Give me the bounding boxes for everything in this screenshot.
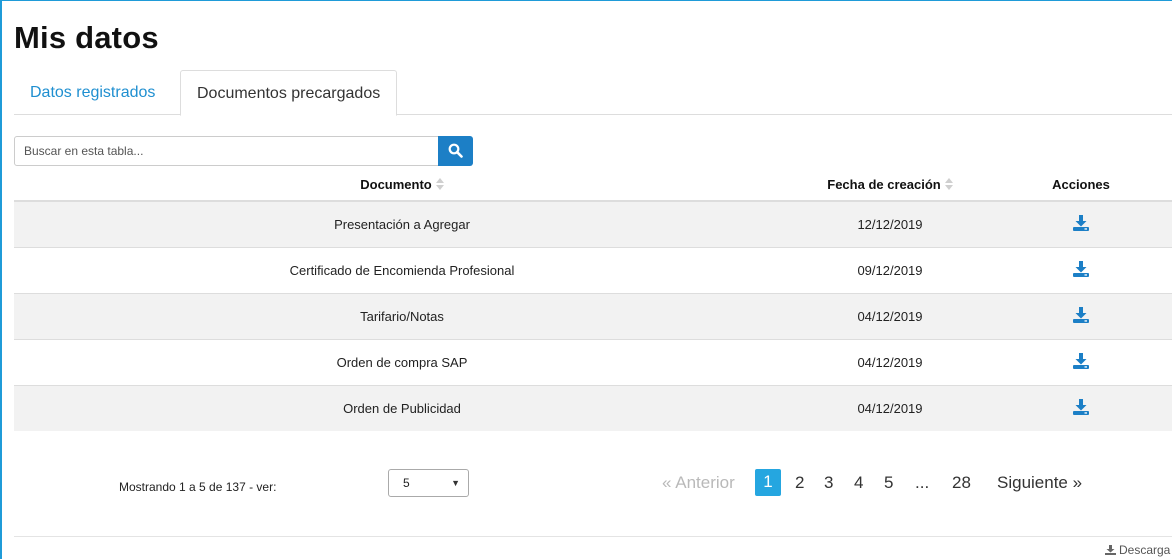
cell-date: 04/12/2019 <box>790 338 990 385</box>
cell-document: Tarifario/Notas <box>14 292 790 339</box>
cell-date: 09/12/2019 <box>790 246 990 293</box>
page-link[interactable]: 2 <box>795 470 804 496</box>
showing-summary: Mostrando 1 a 5 de 137 - ver: <box>119 480 277 494</box>
download-icon <box>1105 545 1116 555</box>
cell-actions <box>990 246 1172 293</box>
column-header-label: Fecha de creación <box>827 176 941 192</box>
page-size-value: 5 <box>403 476 410 490</box>
page-link[interactable]: 4 <box>854 470 863 496</box>
page-ellipsis: ... <box>915 473 930 492</box>
page-link[interactable]: 28 <box>952 470 971 496</box>
download-button[interactable] <box>1072 260 1090 281</box>
next-page-link[interactable]: Siguiente » <box>997 470 1082 496</box>
cell-actions <box>990 200 1172 247</box>
column-header-documento[interactable]: Documento <box>14 168 790 202</box>
footer-divider <box>14 536 1172 537</box>
page-title: Mis datos <box>14 20 159 55</box>
download-icon <box>1072 214 1090 235</box>
cell-document: Orden de compra SAP <box>14 338 790 385</box>
sort-icon <box>944 177 953 190</box>
column-header-fecha[interactable]: Fecha de creación <box>790 168 990 202</box>
cell-actions <box>990 292 1172 339</box>
table-row: Orden de Publicidad 04/12/2019 <box>14 384 1172 431</box>
chevron-down-icon: ▼ <box>451 478 460 488</box>
search-button[interactable] <box>438 136 473 166</box>
tab-datos-registrados[interactable]: Datos registrados <box>14 70 171 115</box>
download-icon <box>1072 306 1090 327</box>
cell-date: 12/12/2019 <box>790 200 990 247</box>
cell-date: 04/12/2019 <box>790 292 990 339</box>
sort-icon <box>435 177 444 190</box>
cell-actions <box>990 338 1172 385</box>
cell-date: 04/12/2019 <box>790 384 990 431</box>
cell-document: Presentación a Agregar <box>14 200 790 247</box>
prev-page-link[interactable]: « Anterior <box>662 470 735 496</box>
tab-documentos-precargados[interactable]: Documentos precargados <box>180 70 398 116</box>
search-input[interactable] <box>14 136 439 166</box>
download-link[interactable]: Descarga <box>1105 543 1170 557</box>
tab-bar: Datos registrados Documentos precargados <box>14 70 1172 116</box>
table-row: Certificado de Encomienda Profesional 09/… <box>14 246 1172 293</box>
download-icon <box>1072 260 1090 281</box>
column-header-acciones: Acciones <box>990 168 1172 202</box>
page-link-current[interactable]: 1 <box>755 469 781 496</box>
download-button[interactable] <box>1072 398 1090 419</box>
download-button[interactable] <box>1072 352 1090 373</box>
page-size-select[interactable]: 5 ▼ <box>388 469 469 497</box>
table-row: Orden de compra SAP 04/12/2019 <box>14 338 1172 385</box>
column-header-label: Documento <box>360 176 432 192</box>
download-label: Descarga <box>1119 543 1171 557</box>
page-link[interactable]: 5 <box>884 470 893 496</box>
table-row: Tarifario/Notas 04/12/2019 <box>14 292 1172 339</box>
cell-document: Orden de Publicidad <box>14 384 790 431</box>
search-icon <box>448 143 463 158</box>
cell-actions <box>990 384 1172 431</box>
page-link[interactable]: 3 <box>824 470 833 496</box>
download-button[interactable] <box>1072 306 1090 327</box>
download-button[interactable] <box>1072 214 1090 235</box>
table-header-row: Documento Fecha de creación Acciones <box>14 168 1172 202</box>
documents-table: Documento Fecha de creación Acciones Pre… <box>14 168 1172 431</box>
download-icon <box>1072 398 1090 419</box>
download-icon <box>1072 352 1090 373</box>
table-row: Presentación a Agregar 12/12/2019 <box>14 200 1172 247</box>
cell-document: Certificado de Encomienda Profesional <box>14 246 790 293</box>
